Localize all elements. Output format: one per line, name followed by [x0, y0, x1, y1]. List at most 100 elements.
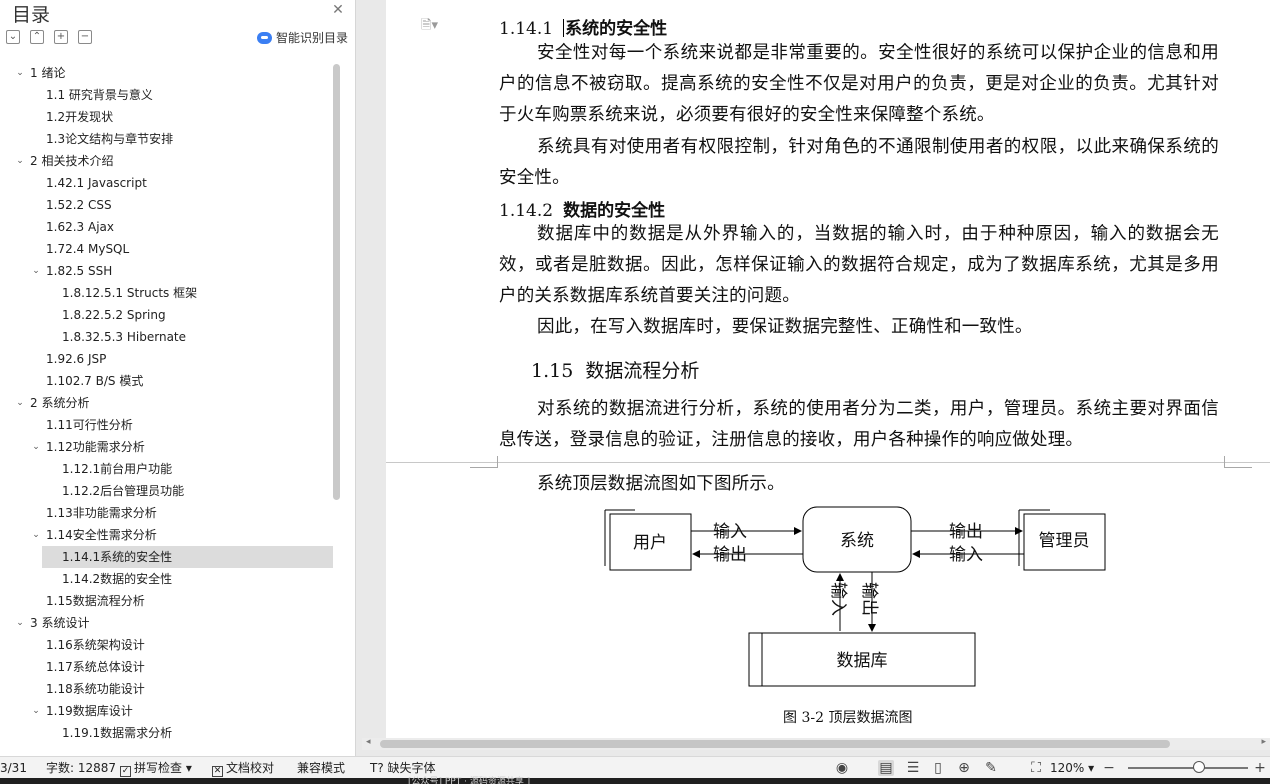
web-view-icon[interactable]: ⊕ [956, 760, 972, 776]
zoom-slider[interactable] [1128, 767, 1248, 769]
document-icon[interactable]: 🗎▾ [421, 16, 438, 38]
toc-item[interactable]: 1.14.2数据的安全性 [0, 568, 340, 590]
outline-view-icon[interactable]: ☰ [905, 760, 921, 776]
toc-item[interactable]: ⌄ 1.19数据库设计 [0, 700, 340, 722]
pen-icon[interactable]: ✎ [983, 760, 999, 776]
toc-item-label: 1.62.3 Ajax [46, 220, 114, 234]
paragraph[interactable]: 因此，在写入数据库时，要保证数据完整性、正确性和一致性。 [499, 312, 1219, 343]
reading-view-icon[interactable]: ▯ [930, 760, 946, 776]
remove-level-icon[interactable]: − [78, 30, 92, 44]
chevron-down-icon[interactable]: ⌄ [30, 436, 42, 458]
toc-item[interactable]: 1.15数据流程分析 [0, 590, 340, 612]
fit-page-icon[interactable]: ⛶ [1028, 760, 1044, 776]
wps-writer-window: 目录 ✕ ⌄ ⌃ + − 智能识别目录 ⌄ 1 绪论 1.1 研究背景与意义 1.2开… [0, 0, 1270, 784]
toc-item-label: 1.8.12.5.1 Structs 框架 [62, 286, 198, 300]
toc-item-label: 1.13非功能需求分析 [46, 506, 157, 520]
word-count[interactable]: 字数: 12887 [46, 757, 116, 779]
expand-up-icon[interactable]: ⌃ [30, 30, 44, 44]
toc-item[interactable]: 1.8.12.5.1 Structs 框架 [0, 282, 340, 304]
output-label: 输出 [949, 522, 983, 542]
spell-check-label: 拼写检查 [134, 761, 183, 775]
toc-item-label: 1.1 研究背景与意义 [46, 88, 153, 102]
toc-item[interactable]: 1.92.6 JSP [0, 348, 340, 370]
toc-item[interactable]: 1.16系统架构设计 [0, 634, 340, 656]
heading-1-14-1[interactable]: 1.14.1 系统的安全性 [499, 14, 667, 39]
toc-item[interactable]: ⌄ 3 系统设计 [0, 612, 340, 634]
toc-item[interactable]: 1.11可行性分析 [0, 414, 340, 436]
collapse-all-icon[interactable]: ⌄ [6, 30, 20, 44]
toc-item[interactable]: 1.42.1 Javascript [0, 172, 340, 194]
chevron-down-icon[interactable]: ⌄ [30, 700, 42, 722]
toc-item[interactable]: 1.62.3 Ajax [0, 216, 340, 238]
chevron-down-icon[interactable]: ⌄ [14, 62, 26, 84]
toc-item[interactable]: ⌄ 2 相关技术介绍 [0, 150, 340, 172]
proofread-button[interactable]: ✕ 文档校对 [212, 757, 274, 779]
toc-item-label: 1.72.4 MySQL [46, 242, 130, 256]
toc-item[interactable]: 1.17系统总体设计 [0, 656, 340, 678]
toc-item[interactable]: ⌄ 1 绪论 [0, 62, 340, 84]
spell-check-button[interactable]: ✓ 拼写检查 ▾ [120, 757, 192, 779]
paragraph[interactable]: 对系统的数据流进行分析，系统的使用者分为二类，用户，管理员。系统主要对界面信息传… [499, 394, 1219, 456]
page-break [386, 462, 1270, 463]
output-label: 输出 [713, 545, 747, 565]
toc-item[interactable]: ⌄ 1.12功能需求分析 [0, 436, 340, 458]
scroll-right-icon[interactable]: ▸ [1261, 737, 1266, 747]
toc-item[interactable]: 1.3论文结构与章节安排 [0, 128, 340, 150]
zoom-in-icon[interactable]: + [1252, 760, 1268, 776]
smart-toc-button[interactable]: 智能识别目录 [257, 29, 348, 46]
toc-item[interactable]: ⌄ 1.82.5 SSH [0, 260, 340, 282]
add-level-icon[interactable]: + [54, 30, 68, 44]
paragraph[interactable]: 系统具有对使用者有权限控制，针对角色的不通限制使用者的权限，以此来确保系统的安全… [499, 132, 1219, 194]
toc-item[interactable]: 1.102.7 B/S 模式 [0, 370, 340, 392]
paragraph[interactable]: 数据库中的数据是从外界输入的，当数据的输入时，由于种种原因，输入的数据会无效，或… [499, 219, 1219, 312]
toc-item-label: 1.19.1数据需求分析 [62, 726, 173, 740]
toc-item[interactable]: 1.8.32.5.3 Hibernate [0, 326, 340, 348]
toc-item[interactable]: 1.2开发现状 [0, 106, 340, 128]
chevron-down-icon[interactable]: ⌄ [30, 524, 42, 546]
toc-item[interactable]: 1.14.1系统的安全性 [42, 546, 333, 568]
toc-item-label: 1.14安全性需求分析 [46, 528, 157, 542]
toc-scrollbar[interactable] [333, 64, 340, 500]
chevron-down-icon[interactable]: ⌄ [14, 612, 26, 634]
paragraph[interactable]: 系统顶层数据流图如下图所示。 [499, 469, 1219, 500]
heading-1-14-2[interactable]: 1.14.2 数据的安全性 [499, 196, 665, 221]
toc-item-label: 1.8.22.5.2 Spring [62, 308, 166, 322]
compat-mode-button[interactable]: 兼容模式 [297, 757, 345, 779]
horizontal-scrollbar[interactable]: ◂ ▸ [362, 737, 1270, 750]
toc-item[interactable]: 1.72.4 MySQL [0, 238, 340, 260]
page-indicator[interactable]: 3/31 [0, 757, 27, 779]
figure-caption[interactable]: 图 3-2 顶层数据流图 [783, 707, 912, 727]
scrollbar-thumb[interactable] [380, 740, 1170, 748]
zoom-value: 120% [1050, 761, 1085, 775]
eye-protect-icon[interactable]: ◉ [834, 760, 850, 776]
heading-text: 数据流程分析 [585, 360, 700, 382]
toc-item[interactable]: 1.12.1前台用户功能 [0, 458, 340, 480]
toc-item[interactable]: 1.8.22.5.2 Spring [0, 304, 340, 326]
chevron-down-icon[interactable]: ⌄ [30, 260, 42, 282]
toc-title: 目录 [12, 4, 51, 26]
toc-item-label: 1.102.7 B/S 模式 [46, 374, 144, 388]
toc-item-label: 1.14.1系统的安全性 [62, 550, 173, 564]
input-label: 输入 [828, 582, 848, 616]
data-flow-diagram[interactable]: 用户 系统 管理员 数据库 输入 输出 输出 输入 输入 输出 [600, 500, 1120, 700]
zoom-out-icon[interactable]: − [1101, 760, 1117, 776]
chevron-down-icon[interactable]: ⌄ [14, 392, 26, 414]
zoom-level[interactable]: 120% ▾ [1050, 757, 1094, 779]
page-view-icon[interactable]: ▤ [878, 760, 894, 776]
zoom-slider-knob[interactable] [1193, 761, 1205, 773]
toc-item[interactable]: ⌄ 1.14安全性需求分析 [0, 524, 340, 546]
toc-item[interactable]: ⌄ 2 系统分析 [0, 392, 340, 414]
toc-item[interactable]: 1.52.2 CSS [0, 194, 340, 216]
toc-item[interactable]: 1.19.1数据需求分析 [0, 722, 340, 744]
chevron-down-icon[interactable]: ⌄ [14, 150, 26, 172]
text-cursor [563, 19, 565, 37]
toc-item[interactable]: 1.1 研究背景与意义 [0, 84, 340, 106]
toc-item[interactable]: 1.12.2后台管理员功能 [0, 480, 340, 502]
toc-list: ⌄ 1 绪论 1.1 研究背景与意义 1.2开发现状 1.3论文结构与章节安排 ⌄ 2 相关… [0, 62, 340, 744]
close-icon[interactable]: ✕ [331, 3, 345, 17]
paragraph[interactable]: 安全性对每一个系统来说都是非常重要的。安全性很好的系统可以保护企业的信息和用户的… [499, 38, 1219, 131]
scroll-left-icon[interactable]: ◂ [366, 737, 371, 747]
heading-1-15[interactable]: 1.15 数据流程分析 [531, 356, 699, 383]
toc-item[interactable]: 1.13非功能需求分析 [0, 502, 340, 524]
toc-item[interactable]: 1.18系统功能设计 [0, 678, 340, 700]
